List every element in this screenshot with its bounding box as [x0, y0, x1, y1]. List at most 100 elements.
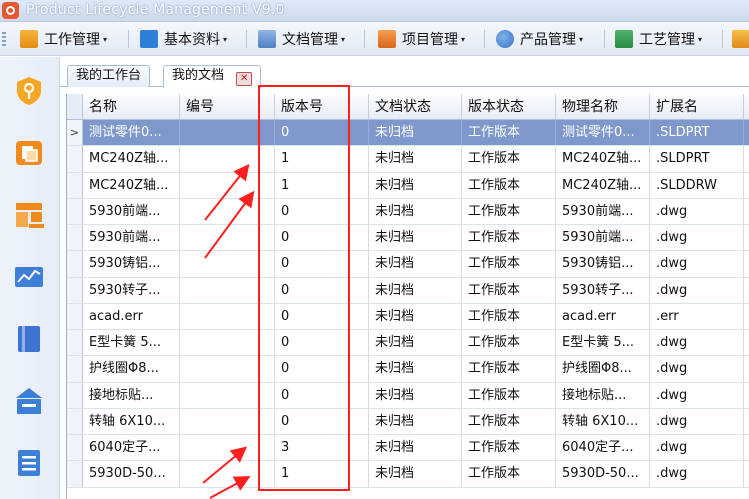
- menu-separator: [364, 30, 365, 48]
- cell-extension: .dwg: [650, 225, 744, 251]
- grid-header-row: 名称 编号 版本号 文档状态 版本状态 物理名称 扩展名: [67, 94, 749, 120]
- cell-version-status: 工作版本: [462, 251, 556, 277]
- table-row[interactable]: 转轴 6X10... 0 未归档 工作版本 转轴 6X10... .dwg: [67, 408, 749, 435]
- tab-my-workbench[interactable]: 我的工作台: [67, 65, 151, 87]
- table-row[interactable]: 5930转子... 0 未归档 工作版本 5930转子... .dwg: [67, 277, 749, 304]
- title-bar: Product Lifecycle Management V9.0: [0, 0, 749, 22]
- shield-key-icon[interactable]: [13, 75, 45, 107]
- cell-number: [180, 225, 275, 251]
- column-header-number[interactable]: 编号: [180, 94, 275, 119]
- row-selector[interactable]: [67, 330, 83, 356]
- list-document-icon[interactable]: [13, 447, 45, 479]
- menu-more[interactable]: [732, 27, 749, 51]
- row-selector[interactable]: >: [67, 120, 83, 146]
- menu-process-management[interactable]: 工艺管理 ▾: [615, 27, 702, 51]
- cell-extension: .dwg: [650, 251, 744, 277]
- cell-number: [180, 251, 275, 277]
- menu-separator: [722, 30, 723, 48]
- stamp-icon[interactable]: [13, 199, 45, 231]
- tab-my-documents[interactable]: 我的文档 ✕: [163, 65, 262, 88]
- row-selector[interactable]: [67, 303, 83, 329]
- cell-physical-name: 接地标贴...: [556, 382, 650, 408]
- row-selector[interactable]: [67, 225, 83, 251]
- row-selector[interactable]: [67, 408, 83, 434]
- row-selector[interactable]: [67, 382, 83, 408]
- table-row[interactable]: 接地标贴... 0 未归档 工作版本 接地标贴... .dwg: [67, 382, 749, 409]
- row-selector[interactable]: [67, 172, 83, 198]
- cell-version-status: 工作版本: [462, 461, 556, 487]
- menu-document-management[interactable]: 文档管理 ▾: [258, 27, 345, 51]
- cell-physical-name: 护线圈Φ8...: [556, 356, 650, 382]
- column-header-name[interactable]: 名称: [83, 94, 180, 119]
- cell-physical-name: 测试零件0...: [556, 120, 650, 146]
- row-selector[interactable]: [67, 435, 83, 461]
- overflow-menu-icon: [732, 30, 749, 48]
- column-header-version[interactable]: 版本号: [275, 94, 369, 119]
- row-selector[interactable]: [67, 461, 83, 487]
- row-header-corner: [67, 94, 83, 119]
- table-row[interactable]: E型卡簧 5... 0 未归档 工作版本 E型卡簧 5... .dwg: [67, 330, 749, 357]
- cell-extension: .SLDDRW: [650, 172, 744, 198]
- close-icon[interactable]: ✕: [236, 72, 253, 86]
- cell-version-status: 工作版本: [462, 277, 556, 303]
- column-header-version-status[interactable]: 版本状态: [462, 94, 556, 119]
- process-management-icon: [615, 30, 633, 48]
- cell-version: 0: [275, 198, 369, 224]
- cell-name: MC240Z轴...: [83, 172, 180, 198]
- table-row[interactable]: 5930铸铝... 0 未归档 工作版本 5930铸铝... .dwg: [67, 251, 749, 278]
- menu-project-management[interactable]: 项目管理 ▾: [378, 27, 465, 51]
- table-row[interactable]: 6040定子... 3 未归档 工作版本 6040定子... .dwg: [67, 435, 749, 462]
- cell-extension: .dwg: [650, 330, 744, 356]
- mailbox-icon[interactable]: [13, 385, 45, 417]
- column-header-physical-name[interactable]: 物理名称: [556, 94, 650, 119]
- document-exchange-icon[interactable]: [13, 137, 45, 169]
- table-row[interactable]: acad.err 0 未归档 工作版本 acad.err .err: [67, 303, 749, 330]
- row-selector[interactable]: [67, 146, 83, 172]
- chevron-down-icon: ▾: [698, 34, 703, 44]
- column-header-doc-status[interactable]: 文档状态: [369, 94, 462, 119]
- menu-separator: [246, 30, 247, 48]
- cell-number: [180, 330, 275, 356]
- app-logo-icon: [2, 2, 19, 19]
- menu-basic-data[interactable]: 基本资料 ▾: [140, 27, 227, 51]
- cell-version: 0: [275, 225, 369, 251]
- cell-name: 5930铸铝...: [83, 251, 180, 277]
- cell-extension: .dwg: [650, 408, 744, 434]
- table-row[interactable]: 5930D-50... 1 未归档 工作版本 5930D-50... .dwg: [67, 461, 749, 488]
- cell-physical-name: 6040定子...: [556, 435, 650, 461]
- toolbar-grip[interactable]: [2, 32, 6, 46]
- table-row[interactable]: MC240Z轴... 1 未归档 工作版本 MC240Z轴... .SLDDRW: [67, 172, 749, 199]
- table-row[interactable]: 5930前端... 0 未归档 工作版本 5930前端... .dwg: [67, 198, 749, 225]
- menu-work-management[interactable]: 工作管理 ▾: [20, 27, 107, 51]
- cell-version: 0: [275, 382, 369, 408]
- cell-physical-name: 5930前端...: [556, 198, 650, 224]
- cell-name: MC240Z轴...: [83, 146, 180, 172]
- basic-data-icon: [140, 30, 158, 48]
- cell-physical-name: MC240Z轴...: [556, 146, 650, 172]
- cell-name: 测试零件0...: [83, 120, 180, 146]
- table-row[interactable]: 护线圈Φ8... 0 未归档 工作版本 护线圈Φ8... .dwg: [67, 356, 749, 383]
- table-row[interactable]: 5930前端... 0 未归档 工作版本 5930前端... .dwg: [67, 225, 749, 252]
- chevron-down-icon: ▾: [461, 34, 466, 44]
- trend-chart-icon[interactable]: [13, 261, 45, 293]
- menu-product-management[interactable]: 产品管理 ▾: [496, 27, 583, 51]
- column-header-extension[interactable]: 扩展名: [650, 94, 744, 119]
- row-selector[interactable]: [67, 356, 83, 382]
- cell-doc-status: 未归档: [369, 172, 462, 198]
- row-selector[interactable]: [67, 198, 83, 224]
- cell-doc-status: 未归档: [369, 435, 462, 461]
- cell-doc-status: 未归档: [369, 382, 462, 408]
- table-row[interactable]: > 测试零件0... 0 未归档 工作版本 测试零件0... .SLDPRT: [67, 120, 749, 147]
- cell-version-status: 工作版本: [462, 198, 556, 224]
- cell-physical-name: 转轴 6X10...: [556, 408, 650, 434]
- row-selector[interactable]: [67, 277, 83, 303]
- table-row[interactable]: MC240Z轴... 1 未归档 工作版本 MC240Z轴... .SLDPRT: [67, 146, 749, 173]
- chevron-down-icon: ▾: [579, 34, 584, 44]
- row-selector[interactable]: [67, 251, 83, 277]
- cell-version: 1: [275, 172, 369, 198]
- cell-doc-status: 未归档: [369, 330, 462, 356]
- cell-version-status: 工作版本: [462, 435, 556, 461]
- cell-version: 1: [275, 461, 369, 487]
- cell-extension: .dwg: [650, 356, 744, 382]
- book-icon[interactable]: [13, 323, 45, 355]
